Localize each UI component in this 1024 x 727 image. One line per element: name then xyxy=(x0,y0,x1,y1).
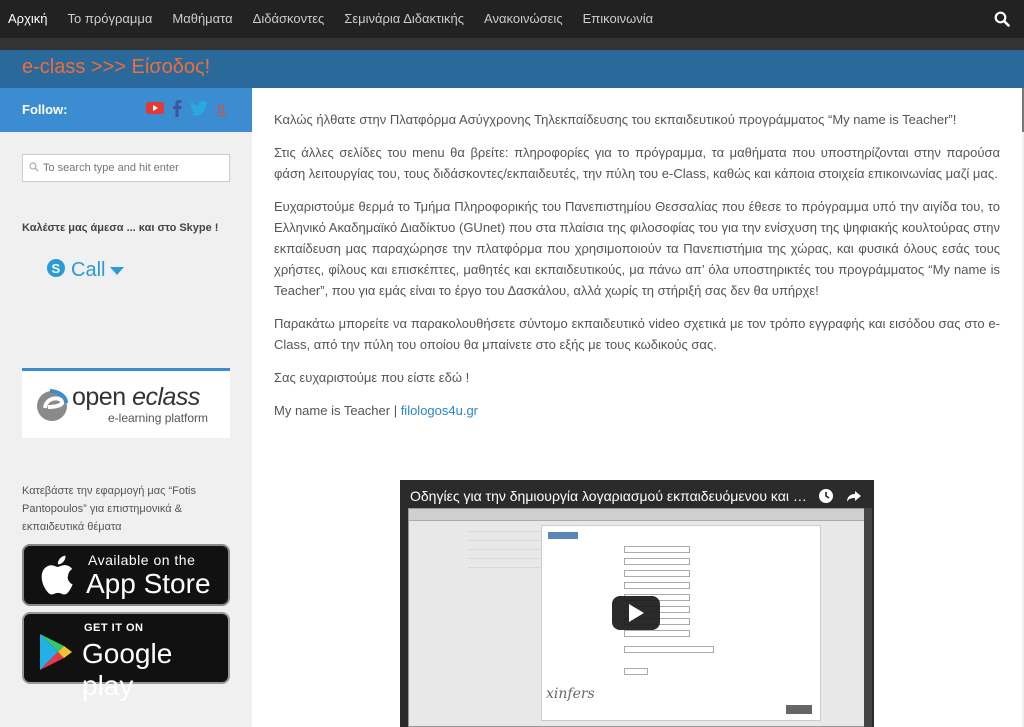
video-submit-button xyxy=(786,705,812,714)
main-content: Καλώς ήλθατε στην Πλατφόρμα Ασύγχρονης Τ… xyxy=(252,88,1022,727)
watch-later-icon[interactable] xyxy=(818,488,834,509)
gplay-big-text: Google play xyxy=(82,638,173,701)
menu-info-paragraph: Στις άλλες σελίδες του menu θα βρείτε: π… xyxy=(274,145,1000,182)
apple-icon xyxy=(41,555,73,595)
page-title: e-class >>> Είσοδος! xyxy=(22,56,211,78)
svg-text:g: g xyxy=(217,99,226,117)
video-intro-paragraph: Παρακάτω μπορείτε να παρακολουθήσετε σύν… xyxy=(274,315,1000,352)
nav-item-announcements[interactable]: Ανακοινώσεις xyxy=(474,0,573,38)
video-header-icons xyxy=(818,488,862,509)
google-plus-icon[interactable]: g xyxy=(216,98,228,122)
video-left-menu xyxy=(469,523,541,568)
skype-call-button[interactable]: S Call xyxy=(46,258,125,283)
welcome-paragraph: Καλώς ήλθατε στην Πλατφόρμα Ασύγχρονης Τ… xyxy=(274,112,957,127)
nav-item-seminars[interactable]: Σεμινάρια Διδακτικής xyxy=(334,0,474,38)
sidebar: Follow: g Καλέστε μας άμεσα ... και στο … xyxy=(0,88,252,727)
social-links: g xyxy=(146,98,228,122)
closing-paragraph: Σας ευχαριστούμε που είστε εδώ ! xyxy=(274,369,470,385)
eclass-subtitle: e-learning platform xyxy=(108,411,209,425)
signature-text: My name is Teacher | xyxy=(274,403,401,419)
video-player[interactable]: Οδηγίες για την δημιουργία λογαριασμού ε… xyxy=(400,480,874,727)
open-eclass-logo[interactable]: open eclass e-learning platform xyxy=(22,368,230,438)
eclass-emblem-icon xyxy=(37,389,68,421)
video-scrollbar xyxy=(864,508,872,727)
nav-item-instructors[interactable]: Διδάσκοντες xyxy=(243,0,335,38)
search-field[interactable] xyxy=(22,154,230,182)
app-store-button[interactable]: Available on the App Store xyxy=(22,544,230,606)
youtube-icon[interactable] xyxy=(146,101,164,120)
skype-icon: S xyxy=(46,258,66,283)
gplay-small-text: GET IT ON xyxy=(84,622,144,634)
thanks-paragraph: Ευχαριστούμε θερμά το Τμήμα Πληροφορικής… xyxy=(274,199,1000,298)
follow-bar: Follow: g xyxy=(0,88,252,132)
play-button[interactable] xyxy=(612,596,660,630)
nav-item-program[interactable]: Το πρόγραμμα xyxy=(58,0,163,38)
appstore-big-text: App Store xyxy=(86,568,211,599)
nav-item-home[interactable]: Αρχική xyxy=(0,0,58,38)
appstore-small-text: Available on the xyxy=(88,552,196,568)
google-play-button[interactable]: GET IT ON Google play xyxy=(22,612,230,701)
skype-call-label: Call xyxy=(71,259,106,281)
title-banner: e-class >>> Είσοδος! xyxy=(0,38,1024,88)
skype-heading: Καλέστε μας άμεσα ... και στο Skype ! xyxy=(22,222,219,234)
captcha-image: xinfers xyxy=(546,686,595,702)
signature-link[interactable]: filologos4u.gr xyxy=(401,403,478,418)
follow-label: Follow: xyxy=(22,102,68,117)
play-icon xyxy=(629,604,644,622)
svg-text:S: S xyxy=(52,261,61,276)
video-title[interactable]: Οδηγίες για την δημιουργία λογαριασμού ε… xyxy=(410,488,810,504)
search-icon[interactable] xyxy=(988,0,1016,38)
search-input[interactable] xyxy=(43,162,223,174)
search-icon xyxy=(29,159,39,177)
google-play-icon xyxy=(40,634,72,670)
app-download-text: Κατεβάστε την εφαρμογή μας “Fotis Pantop… xyxy=(22,485,196,533)
content-body: Καλώς ήλθατε στην Πλατφόρμα Ασύγχρονης Τ… xyxy=(274,110,1000,435)
signature: My name is Teacher | filologos4u.gr xyxy=(274,401,1000,422)
twitter-icon[interactable] xyxy=(190,100,208,121)
nav-item-contact[interactable]: Επικοινωνία xyxy=(573,0,664,38)
share-icon[interactable] xyxy=(846,488,862,509)
video-form: xinfers xyxy=(541,525,821,721)
facebook-icon[interactable] xyxy=(172,99,182,122)
caret-down-icon xyxy=(110,262,125,280)
top-navigation: Αρχική Το πρόγραμμα Μαθήματα Διδάσκοντες… xyxy=(0,0,1024,38)
video-browser-toolbar xyxy=(409,509,865,521)
nav-item-courses[interactable]: Μαθήματα xyxy=(162,0,242,38)
eclass-brand: open eclass xyxy=(72,383,200,411)
